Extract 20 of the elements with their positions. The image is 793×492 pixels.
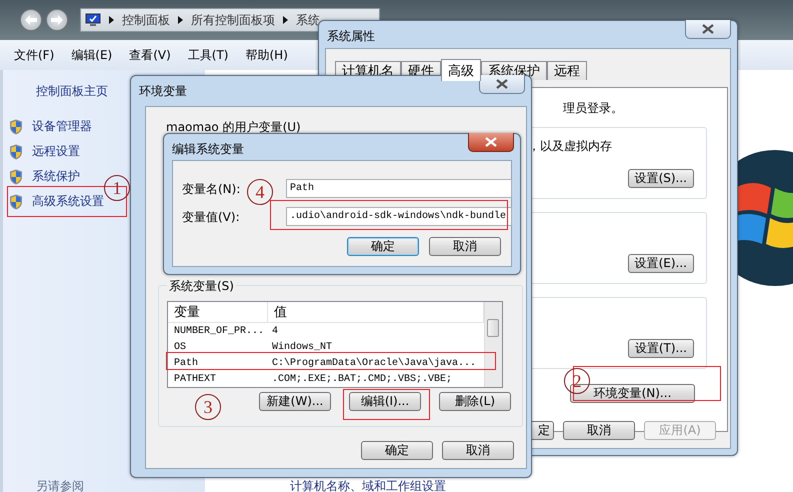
table-cell-text: PATHEXT <box>173 374 218 384</box>
field-label: 变量值(V): <box>182 209 240 226</box>
step-number: 4 <box>247 179 273 205</box>
table-cell-text: Windows_NT <box>271 342 332 352</box>
description-text: ，以及虚拟内存 <box>528 138 612 155</box>
table-cell-text: C:\ProgramData\Oracle\Java\java... <box>271 358 476 368</box>
group-label: 系统变量(S) <box>167 278 236 293</box>
table-cell-text: Path <box>173 358 200 368</box>
section-heading: 另请参阅 <box>36 478 85 492</box>
step-number: 3 <box>195 394 221 420</box>
group-label: maomao 的用户变量(U) <box>166 119 301 134</box>
window-title: 环境变量 <box>139 83 187 100</box>
section-heading: 计算机名称、域和工作组设置 <box>290 478 446 492</box>
table-cell-text: .COM;.EXE;.BAT;.CMD;.VBS;.VBE; <box>271 374 452 384</box>
window-title: 编辑系统变量 <box>172 141 244 158</box>
table-cell-text: 4 <box>271 326 278 336</box>
table-cell-text: NUMBER_OF_PR... <box>173 326 266 336</box>
notice-text: 理员登录。 <box>563 100 623 114</box>
field-label: 变量名(N): <box>182 181 240 198</box>
table-cell-text: OS <box>173 342 188 352</box>
